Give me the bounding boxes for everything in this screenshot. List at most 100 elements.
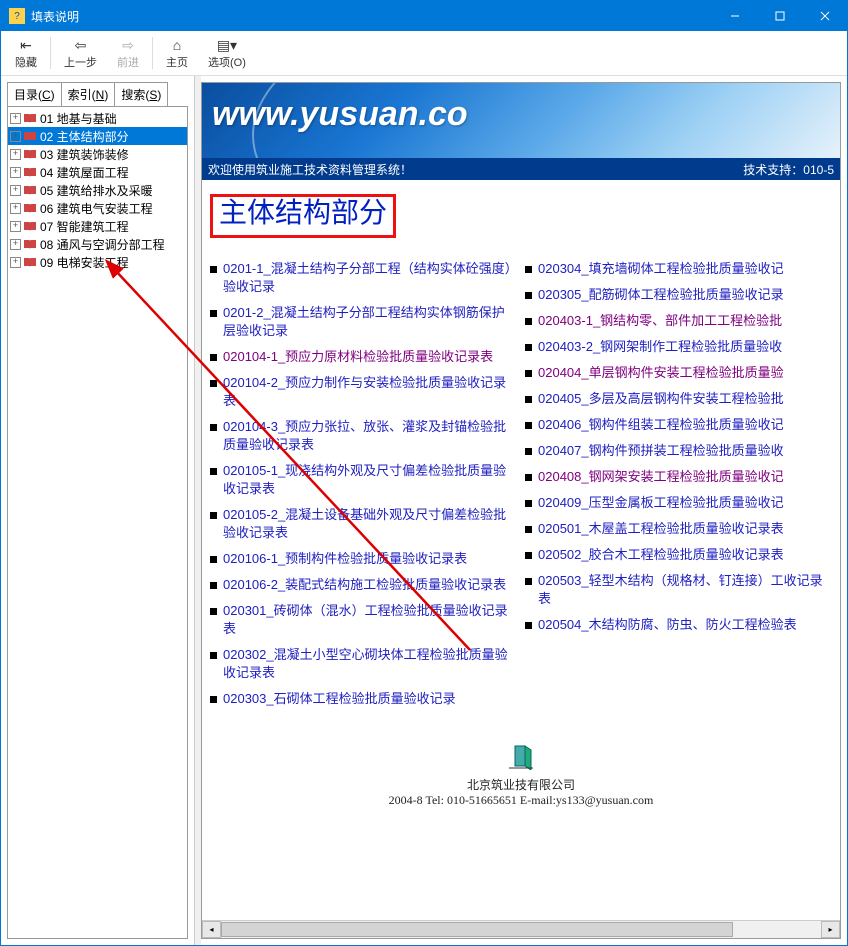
link-row: 0201-2_混凝土结构子分部工程结构实体钢筋保护层验收记录 <box>210 300 517 344</box>
document-link[interactable]: 020503_轻型木结构（规格材、钉连接）工收记录表 <box>538 572 832 608</box>
content-panel: www.yusuan.co 欢迎使用筑业施工技术资料管理系统！ 技术支持：010… <box>201 76 847 945</box>
link-row: 020303_石砌体工程检验批质量验收记录 <box>210 686 517 712</box>
link-row: 020404_单层钢构件安装工程检验批质量验 <box>525 360 832 386</box>
book-icon <box>23 167 37 178</box>
document-link[interactable]: 020304_填充墙砌体工程检验批质量验收记 <box>538 260 784 278</box>
document-link[interactable]: 020104-2_预应力制作与安装检验批质量验收记录表 <box>223 374 517 410</box>
bullet-icon <box>525 500 532 507</box>
contents-tree[interactable]: +01 地基与基础+02 主体结构部分+03 建筑装饰装修+04 建筑屋面工程+… <box>7 106 188 939</box>
tree-item-label: 06 建筑电气安装工程 <box>40 200 153 217</box>
document-link[interactable]: 0201-2_混凝土结构子分部工程结构实体钢筋保护层验收记录 <box>223 304 517 340</box>
back-icon: ⇦ <box>75 36 87 54</box>
forward-button[interactable]: ⇨ 前进 <box>107 34 149 72</box>
scroll-right-icon[interactable]: ▸ <box>821 921 840 938</box>
document-link[interactable]: 020106-2_装配式结构施工检验批质量验收记录表 <box>223 576 506 594</box>
document-link[interactable]: 020504_木结构防腐、防虫、防火工程检验表 <box>538 616 797 634</box>
link-row: 020106-1_预制构件检验批质量验收记录表 <box>210 546 517 572</box>
document-content[interactable]: 主体结构部分 0201-1_混凝土结构子分部工程（结构实体砼强度）验收记录020… <box>202 180 840 920</box>
document-link[interactable]: 020403-1_钢结构零、部件加工工程检验批 <box>538 312 782 330</box>
tab-index[interactable]: 索引(N) <box>61 82 116 106</box>
tree-item-label: 09 电梯安装工程 <box>40 254 129 271</box>
document-link[interactable]: 020407_钢构件预拼装工程检验批质量验收 <box>538 442 784 460</box>
tree-item[interactable]: +05 建筑给排水及采暖 <box>8 181 187 199</box>
document-link[interactable]: 020106-1_预制构件检验批质量验收记录表 <box>223 550 467 568</box>
document-link[interactable]: 020104-3_预应力张拉、放张、灌浆及封锚检验批质量验收记录表 <box>223 418 517 454</box>
document-link[interactable]: 020303_石砌体工程检验批质量验收记录 <box>223 690 456 708</box>
document-link[interactable]: 020501_木屋盖工程检验批质量验收记录表 <box>538 520 784 538</box>
expand-icon[interactable]: + <box>10 167 21 178</box>
tab-contents[interactable]: 目录(C) <box>7 82 62 106</box>
document-link[interactable]: 020404_单层钢构件安装工程检验批质量验 <box>538 364 784 382</box>
document-link[interactable]: 0201-1_混凝土结构子分部工程（结构实体砼强度）验收记录 <box>223 260 517 296</box>
support-text: 技术支持：010-5 <box>743 161 834 178</box>
help-file-icon: ? <box>9 8 25 24</box>
expand-icon[interactable]: + <box>10 149 21 160</box>
document-link[interactable]: 020403-2_钢网架制作工程检验批质量验收 <box>538 338 782 356</box>
tree-item[interactable]: +08 通风与空调分部工程 <box>8 235 187 253</box>
tree-item[interactable]: +07 智能建筑工程 <box>8 217 187 235</box>
bullet-icon <box>525 370 532 377</box>
link-row: 020301_砖砌体（混水）工程检验批质量验收记录表 <box>210 598 517 642</box>
bullet-icon <box>525 344 532 351</box>
tab-search[interactable]: 搜索(S) <box>114 82 168 106</box>
book-icon <box>23 239 37 250</box>
minimize-button[interactable] <box>712 1 757 31</box>
link-column-left: 0201-1_混凝土结构子分部工程（结构实体砼强度）验收记录 0201-2_混凝土… <box>210 256 517 712</box>
link-row: 020105-1_现浇结构外观及尺寸偏差检验批质量验收记录表 <box>210 458 517 502</box>
expand-icon[interactable]: + <box>10 131 21 142</box>
book-icon <box>23 185 37 196</box>
document-link[interactable]: 020502_胶合木工程检验批质量验收记录表 <box>538 546 784 564</box>
back-button[interactable]: ⇦ 上一步 <box>54 34 107 72</box>
document-link[interactable]: 020302_混凝土小型空心砌块体工程检验批质量验收记录表 <box>223 646 517 682</box>
link-row: 020302_混凝土小型空心砌块体工程检验批质量验收记录表 <box>210 642 517 686</box>
document-link[interactable]: 020305_配筋砌体工程检验批质量验收记录 <box>538 286 784 304</box>
document-link[interactable]: 020406_钢构件组装工程检验批质量验收记 <box>538 416 784 434</box>
expand-icon[interactable]: + <box>10 113 21 124</box>
options-button[interactable]: ▤▾ 选项(O) <box>198 34 256 72</box>
document-link[interactable]: 020105-1_现浇结构外观及尺寸偏差检验批质量验收记录表 <box>223 462 517 498</box>
bullet-icon <box>525 448 532 455</box>
book-icon <box>23 113 37 124</box>
bullet-icon <box>525 474 532 481</box>
document-link[interactable]: 020408_钢网架安装工程检验批质量验收记 <box>538 468 784 486</box>
link-row: 020408_钢网架安装工程检验批质量验收记 <box>525 464 832 490</box>
document-link[interactable]: 020409_压型金属板工程检验批质量验收记 <box>538 494 784 512</box>
document-link[interactable]: 020104-1_预应力原材料检验批质量验收记录表 <box>223 348 493 366</box>
tree-item[interactable]: +01 地基与基础 <box>8 109 187 127</box>
scroll-thumb[interactable] <box>221 922 733 937</box>
tree-item[interactable]: +06 建筑电气安装工程 <box>8 199 187 217</box>
hide-button[interactable]: ⇤ 隐藏 <box>5 34 47 72</box>
document-frame: www.yusuan.co 欢迎使用筑业施工技术资料管理系统！ 技术支持：010… <box>201 82 841 939</box>
link-row: 020305_配筋砌体工程检验批质量验收记录 <box>525 282 832 308</box>
footer-contact: 2004-8 Tel: 010-51665651 E-mail:ys133@yu… <box>210 793 832 808</box>
close-button[interactable] <box>802 1 847 31</box>
expand-icon[interactable]: + <box>10 185 21 196</box>
bullet-icon <box>210 652 217 659</box>
link-row: 020501_木屋盖工程检验批质量验收记录表 <box>525 516 832 542</box>
expand-icon[interactable]: + <box>10 239 21 250</box>
bullet-icon <box>525 292 532 299</box>
tree-item[interactable]: +03 建筑装饰装修 <box>8 145 187 163</box>
bullet-icon <box>210 310 217 317</box>
horizontal-scrollbar[interactable]: ◂ ▸ <box>202 920 840 938</box>
tree-item-label: 02 主体结构部分 <box>40 128 129 145</box>
bullet-icon <box>525 578 532 585</box>
separator <box>152 37 153 69</box>
expand-icon[interactable]: + <box>10 257 21 268</box>
footer: 北京筑业技有限公司 2004-8 Tel: 010-51665651 E-mai… <box>210 742 832 808</box>
link-row: 020405_多层及高层钢构件安装工程检验批 <box>525 386 832 412</box>
maximize-button[interactable] <box>757 1 802 31</box>
expand-icon[interactable]: + <box>10 221 21 232</box>
document-link[interactable]: 020405_多层及高层钢构件安装工程检验批 <box>538 390 784 408</box>
welcome-bar: 欢迎使用筑业施工技术资料管理系统！ 技术支持：010-5 <box>202 158 840 180</box>
scroll-left-icon[interactable]: ◂ <box>202 921 221 938</box>
document-link[interactable]: 020301_砖砌体（混水）工程检验批质量验收记录表 <box>223 602 517 638</box>
document-link[interactable]: 020105-2_混凝土设备基础外观及尺寸偏差检验批验收记录表 <box>223 506 517 542</box>
home-button[interactable]: ⌂ 主页 <box>156 34 198 72</box>
link-row: 020502_胶合木工程检验批质量验收记录表 <box>525 542 832 568</box>
expand-icon[interactable]: + <box>10 203 21 214</box>
tree-item[interactable]: +04 建筑屋面工程 <box>8 163 187 181</box>
scroll-track[interactable] <box>221 922 821 937</box>
tree-item[interactable]: +09 电梯安装工程 <box>8 253 187 271</box>
tree-item[interactable]: +02 主体结构部分 <box>8 127 187 145</box>
